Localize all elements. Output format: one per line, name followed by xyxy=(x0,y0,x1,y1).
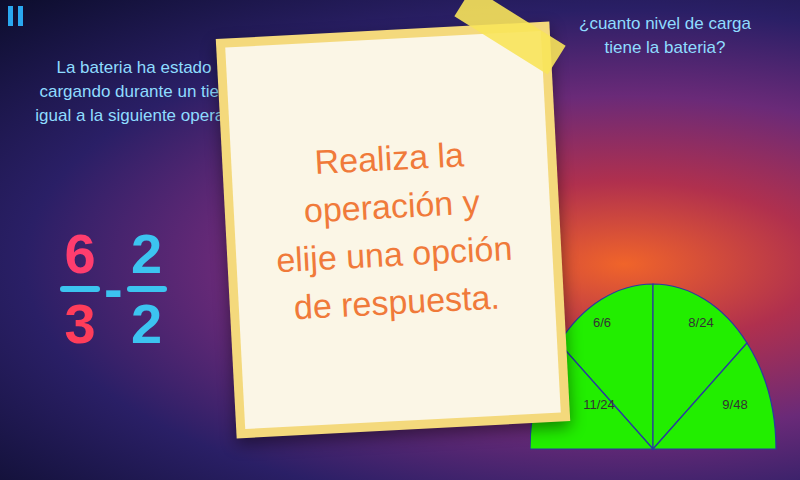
operation: 63-22 xyxy=(60,226,240,352)
left-column: La bateria ha estadocargando durante un … xyxy=(0,0,240,480)
game-screen: La bateria ha estadocargando durante un … xyxy=(0,0,800,480)
right-column: ¿cuanto nivel de cargatiene la bateria? 6… xyxy=(530,0,800,480)
note-line: elije una opción xyxy=(275,224,513,284)
numerator: 2 xyxy=(131,226,162,282)
operator: - xyxy=(104,261,123,317)
pause-icon xyxy=(8,6,23,28)
note-line: Realiza la xyxy=(313,130,465,186)
story-line: igual a la siguiente operac xyxy=(35,104,233,128)
question-text: ¿cuanto nivel de cargatiene la bateria? xyxy=(550,12,780,60)
story-line: La bateria ha estado xyxy=(56,56,211,80)
note-paper: Realiza laoperación yelije una opciónde … xyxy=(225,31,561,429)
story-line: cargando durante un tien xyxy=(39,80,228,104)
story-text: La bateria ha estadocargando durante un … xyxy=(8,56,240,128)
answer-dial: 6/6 8/24 11/24 9/48 xyxy=(530,282,780,452)
numerator: 6 xyxy=(64,226,95,282)
note-line: operación y xyxy=(303,177,481,234)
svg-text:8/24: 8/24 xyxy=(688,315,713,330)
denominator: 3 xyxy=(64,296,95,352)
fraction-bar xyxy=(127,286,167,292)
note-line: de respuesta. xyxy=(293,273,501,332)
fraction: 22 xyxy=(127,226,167,352)
question-line: tiene la bateria? xyxy=(605,36,726,60)
svg-text:6/6: 6/6 xyxy=(593,315,611,330)
denominator: 2 xyxy=(131,296,162,352)
fraction-bar xyxy=(60,286,100,292)
question-line: ¿cuanto nivel de carga xyxy=(579,12,751,36)
instruction-note: Realiza laoperación yelije una opciónde … xyxy=(216,22,570,439)
answer-option[interactable]: 9/48 xyxy=(653,343,776,449)
svg-text:9/48: 9/48 xyxy=(722,397,747,412)
pause-button[interactable] xyxy=(8,6,32,28)
fraction: 63 xyxy=(60,226,100,352)
svg-text:11/24: 11/24 xyxy=(583,397,615,412)
